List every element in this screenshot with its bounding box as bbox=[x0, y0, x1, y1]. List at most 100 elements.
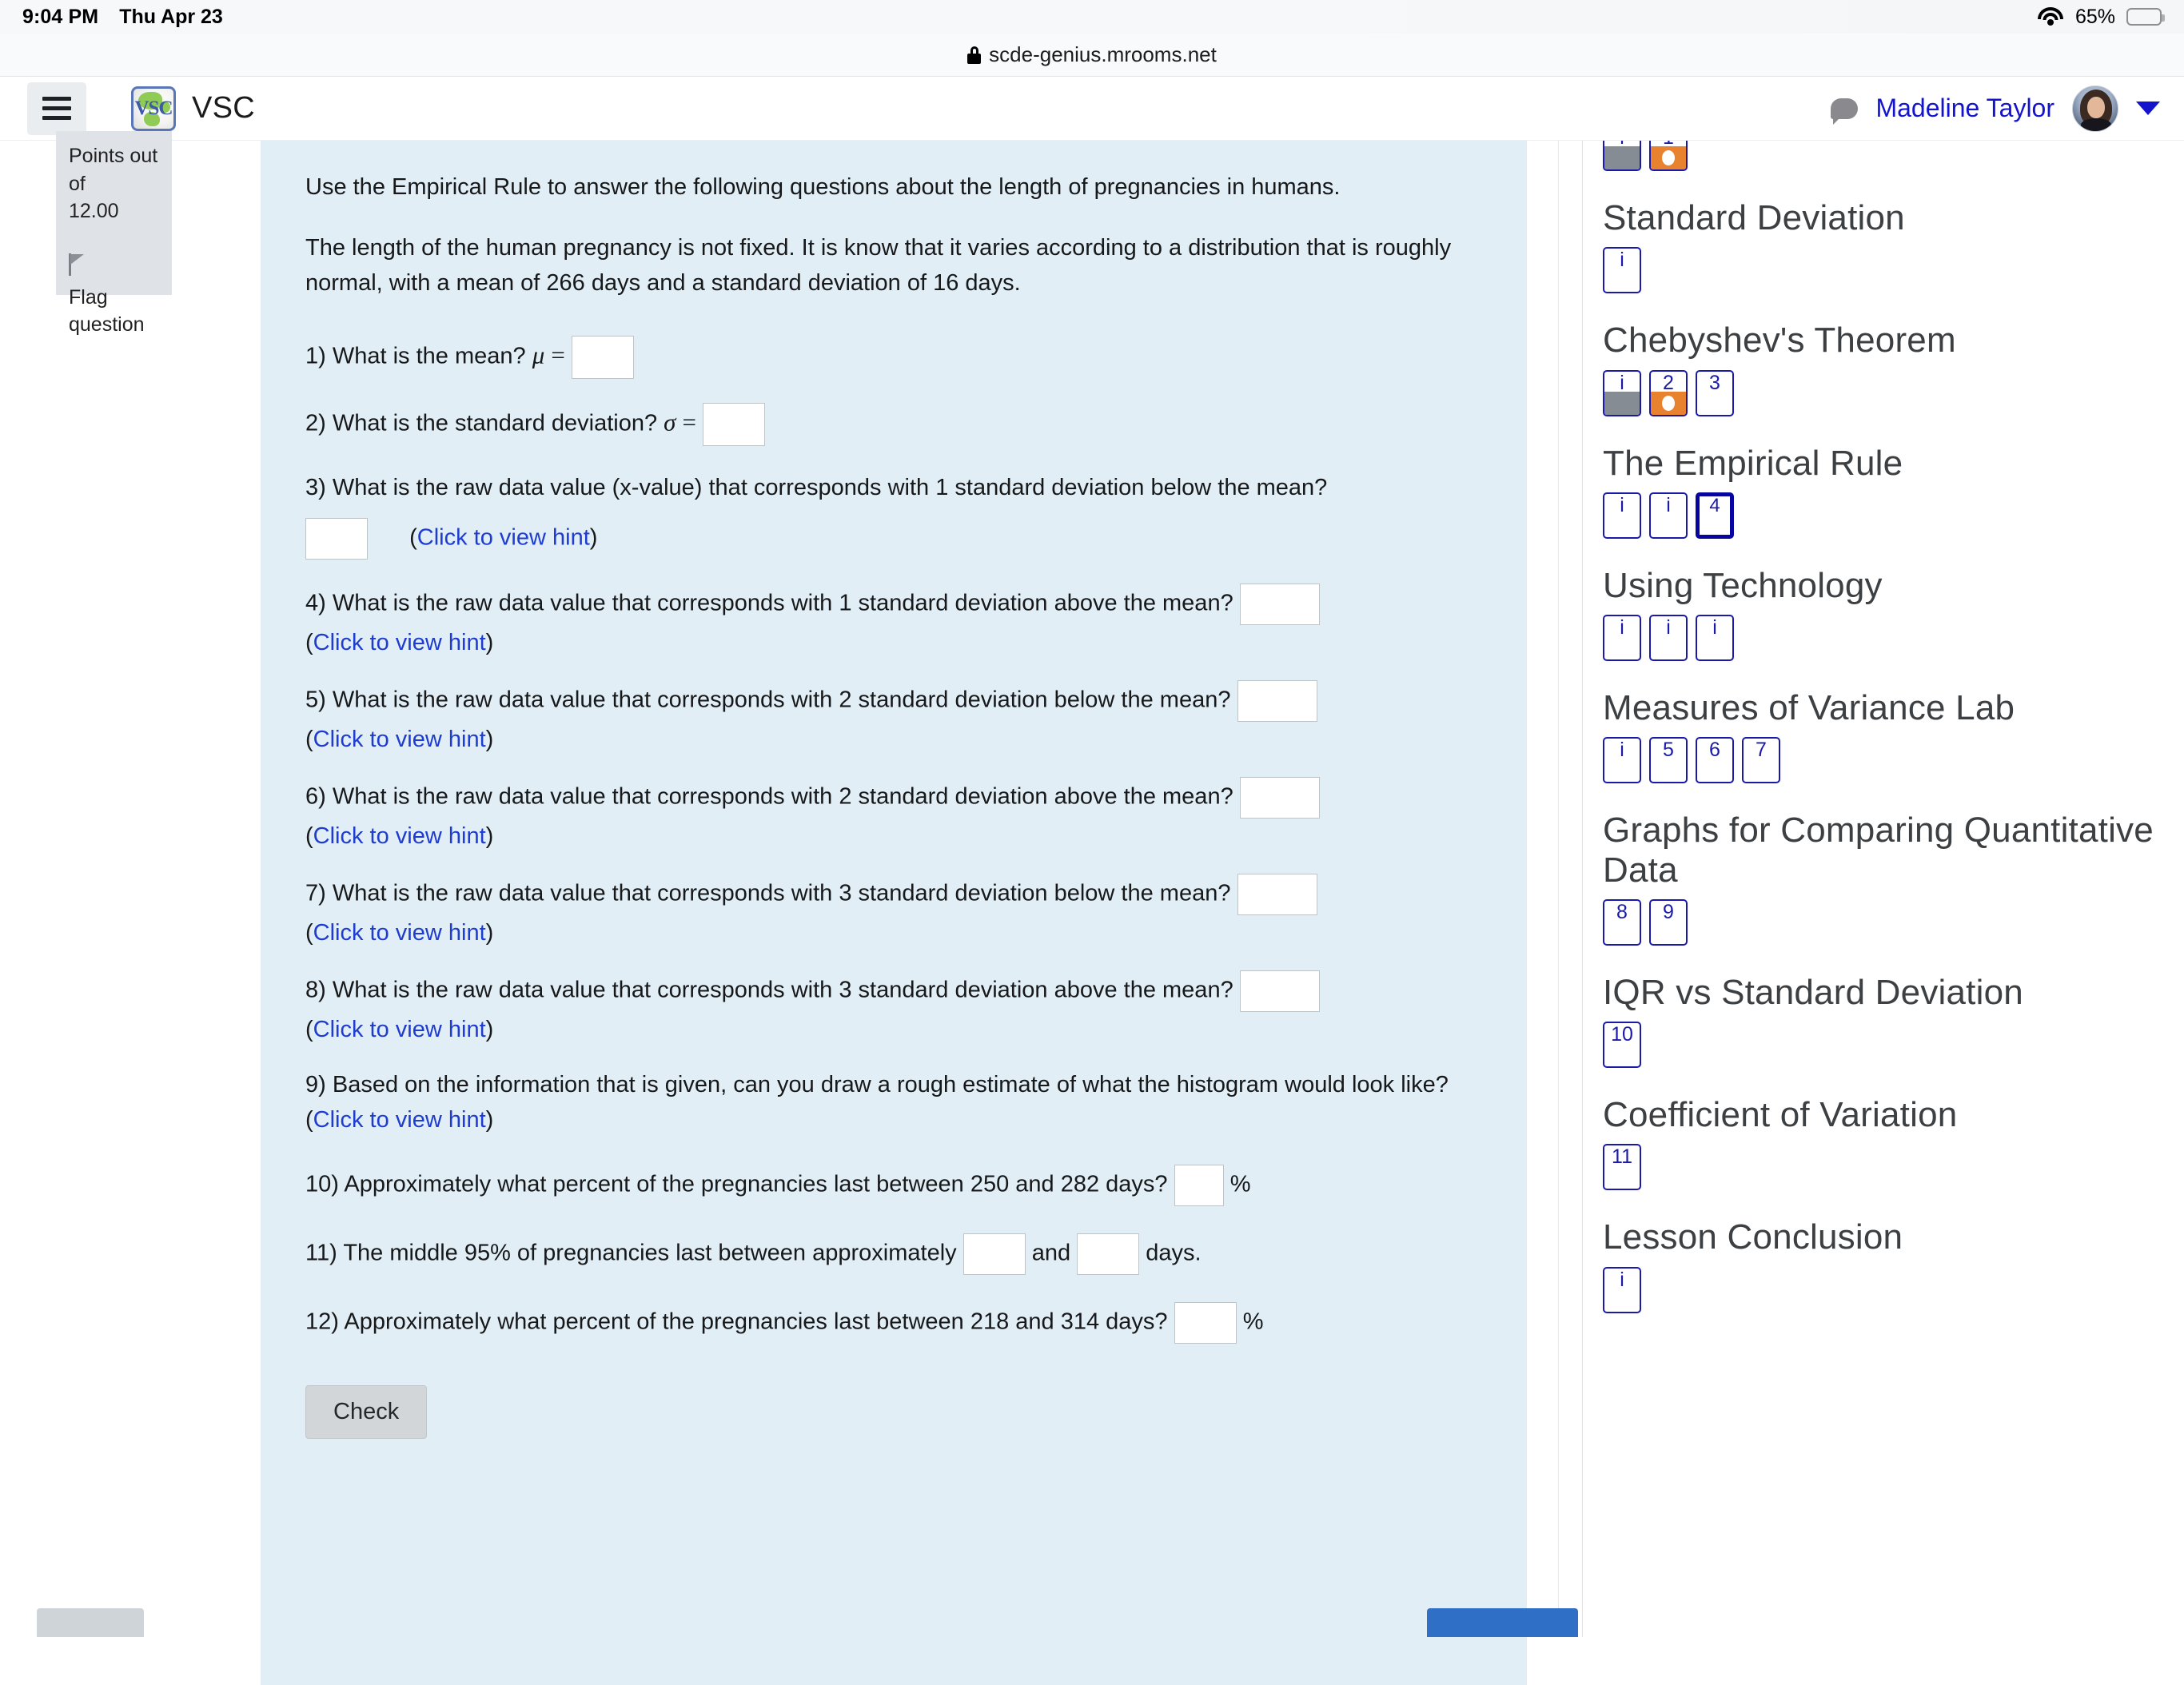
nav-box-info-3b[interactable]: i bbox=[1649, 492, 1688, 539]
nav-box-label: i bbox=[1620, 493, 1624, 516]
question-5-hint-row: (Click to view hint) bbox=[305, 727, 1485, 753]
nav-section-title: Lesson Conclusion bbox=[1603, 1217, 1903, 1257]
hint-link-5[interactable]: Click to view hint bbox=[313, 727, 486, 752]
answer-input-11a[interactable] bbox=[962, 1233, 1026, 1276]
question-6-text: What is the raw data value that correspo… bbox=[332, 783, 1233, 810]
answer-input-3[interactable] bbox=[305, 518, 368, 560]
message-bubble-icon[interactable] bbox=[1831, 98, 1859, 125]
nav-box-question-6[interactable]: 6 bbox=[1696, 737, 1734, 784]
nav-box-question-8[interactable]: 8 bbox=[1603, 898, 1641, 946]
url-text: scde-genius.mrooms.net bbox=[989, 42, 1217, 66]
nav-section-8-boxes: 11 bbox=[1603, 1144, 2184, 1191]
brand-name: VSC bbox=[192, 91, 256, 125]
hint-paren-close-8: ) bbox=[485, 1017, 494, 1043]
nav-section-measures-of-variance-lab: Measures of Variance Lab i 5 6 7 bbox=[1603, 688, 2184, 784]
question-5-number: 5) bbox=[305, 687, 326, 713]
avatar[interactable] bbox=[2072, 85, 2118, 132]
nav-section-standard-deviation: Standard Deviation i bbox=[1603, 198, 2184, 294]
hint-paren-open-4: ( bbox=[305, 630, 313, 656]
nav-box-label: i bbox=[1666, 493, 1671, 516]
nav-box-info-4c[interactable]: i bbox=[1696, 615, 1734, 662]
flag-question-button[interactable]: Flag question bbox=[69, 251, 159, 339]
answer-input-5[interactable] bbox=[1237, 680, 1317, 723]
nav-box-question-4-current[interactable]: 4 bbox=[1696, 492, 1734, 539]
check-button[interactable]: Check bbox=[305, 1385, 428, 1440]
question-11-mid: and bbox=[1031, 1241, 1071, 1267]
hint-paren-open-6: ( bbox=[305, 823, 313, 850]
nav-section-using-technology: Using Technology i i i bbox=[1603, 566, 2184, 662]
question-2-symbol: σ bbox=[664, 408, 676, 436]
nav-section-lesson-conclusion: Lesson Conclusion i bbox=[1603, 1217, 2184, 1313]
battery-icon bbox=[2126, 8, 2165, 26]
nav-box-state-bar bbox=[1651, 391, 1686, 415]
status-time: 9:04 PM bbox=[22, 5, 99, 28]
answer-input-11b[interactable] bbox=[1077, 1233, 1140, 1276]
quiz-navigation-panel: i 1 Standard Deviation i Chebyshev's The… bbox=[1584, 141, 2184, 1637]
nav-section-5-boxes: i 5 6 7 bbox=[1603, 737, 2184, 784]
answer-input-2[interactable] bbox=[703, 403, 766, 447]
url-inner: scde-genius.mrooms.net bbox=[967, 42, 1217, 67]
hint-link-9[interactable]: Click to view hint bbox=[313, 1107, 486, 1133]
vsc-logo-icon: VSC bbox=[131, 86, 176, 131]
nav-box-label: i bbox=[1620, 371, 1624, 394]
user-name-link[interactable]: Madeline Taylor bbox=[1875, 94, 2054, 123]
question-4-number: 4) bbox=[305, 590, 326, 616]
hint-link-7[interactable]: Click to view hint bbox=[313, 920, 486, 946]
brand[interactable]: VSC VSC bbox=[131, 86, 255, 131]
nav-box-question-10[interactable]: 10 bbox=[1603, 1022, 1641, 1069]
nav-box-question-9[interactable]: 9 bbox=[1649, 898, 1688, 946]
hint-link-8[interactable]: Click to view hint bbox=[313, 1017, 486, 1042]
nav-section-4-boxes: i i i bbox=[1603, 615, 2184, 662]
previous-page-button[interactable] bbox=[37, 1608, 144, 1637]
nav-box-question-3[interactable]: 3 bbox=[1696, 369, 1734, 416]
browser-url-bar[interactable]: scde-genius.mrooms.net bbox=[0, 34, 2184, 77]
question-11-after: days. bbox=[1146, 1241, 1202, 1267]
nav-section-title: Coefficient of Variation bbox=[1603, 1095, 1958, 1135]
nav-box-info-5[interactable]: i bbox=[1603, 737, 1641, 784]
question-item-9: 9) Based on the information that is give… bbox=[305, 1067, 1485, 1137]
question-11-number: 11) bbox=[305, 1241, 337, 1267]
hint-paren-close-4: ) bbox=[485, 630, 494, 656]
nav-box-info-0[interactable]: i bbox=[1603, 141, 1641, 171]
nav-box-question-7[interactable]: 7 bbox=[1742, 737, 1780, 784]
nav-box-label: 10 bbox=[1611, 1023, 1633, 1046]
nav-box-question-5[interactable]: 5 bbox=[1649, 737, 1688, 784]
nav-box-info-4a[interactable]: i bbox=[1603, 615, 1641, 662]
nav-box-question-1[interactable]: 1 bbox=[1649, 141, 1688, 171]
nav-box-info-9[interactable]: i bbox=[1603, 1266, 1641, 1313]
answer-input-8[interactable] bbox=[1239, 970, 1320, 1013]
chevron-down-icon[interactable] bbox=[2136, 102, 2160, 115]
question-4-hint-row: (Click to view hint) bbox=[305, 630, 1485, 656]
nav-box-info-3a[interactable]: i bbox=[1603, 492, 1641, 539]
answer-input-10[interactable] bbox=[1174, 1165, 1224, 1207]
question-item-1: 1) What is the mean? μ = bbox=[305, 336, 1485, 380]
question-12-number: 12) bbox=[305, 1309, 339, 1336]
hint-link-3[interactable]: Click to view hint bbox=[417, 525, 590, 551]
nav-box-question-11[interactable]: 11 bbox=[1603, 1144, 1641, 1191]
question-9-text: Based on the information that is given, … bbox=[332, 1072, 1449, 1098]
nav-box-info-2[interactable]: i bbox=[1603, 369, 1641, 416]
answer-input-4[interactable] bbox=[1239, 584, 1320, 626]
nav-box-label: 9 bbox=[1663, 900, 1674, 923]
question-card: Use the Empirical Rule to answer the fol… bbox=[261, 141, 1527, 1685]
nav-box-info-1[interactable]: i bbox=[1603, 247, 1641, 294]
question-8-number: 8) bbox=[305, 977, 326, 1003]
question-1-equals: = bbox=[551, 341, 565, 369]
question-intro-1: Use the Empirical Rule to answer the fol… bbox=[305, 174, 1341, 200]
nav-box-question-2[interactable]: 2 bbox=[1649, 369, 1688, 416]
answer-input-1[interactable] bbox=[571, 336, 634, 380]
nav-section-chebyshevs-theorem: Chebyshev's Theorem i 2 3 bbox=[1603, 321, 2184, 416]
points-value: 12.00 bbox=[69, 200, 119, 222]
answer-input-7[interactable] bbox=[1237, 874, 1317, 916]
answer-input-6[interactable] bbox=[1239, 777, 1320, 819]
hint-link-4[interactable]: Click to view hint bbox=[313, 630, 486, 655]
question-5-text: What is the raw data value that correspo… bbox=[332, 687, 1231, 713]
next-page-button[interactable] bbox=[1427, 1608, 1578, 1637]
hint-link-6[interactable]: Click to view hint bbox=[313, 823, 486, 849]
answer-input-12[interactable] bbox=[1174, 1302, 1237, 1344]
hamburger-menu-icon[interactable] bbox=[27, 82, 86, 135]
nav-box-label: 3 bbox=[1709, 371, 1720, 394]
nav-box-info-4b[interactable]: i bbox=[1649, 615, 1688, 662]
nav-box-label: 7 bbox=[1756, 739, 1767, 762]
question-item-8: 8) What is the raw data value that corre… bbox=[305, 970, 1485, 1013]
